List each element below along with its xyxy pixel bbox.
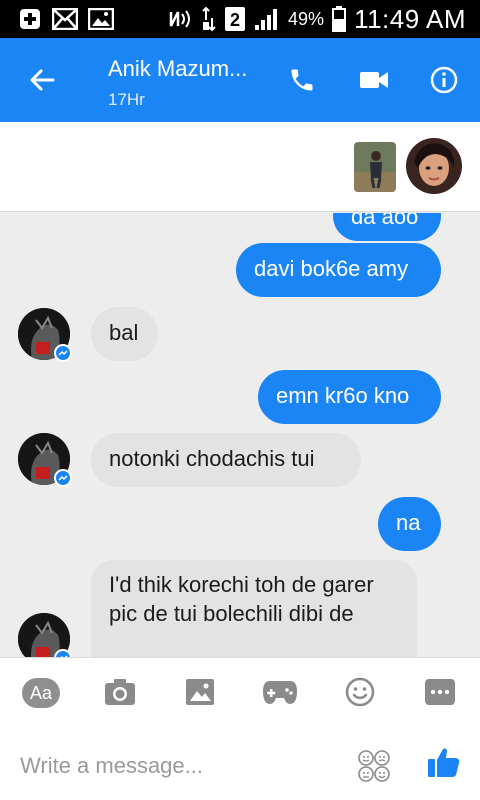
- back-button[interactable]: [20, 60, 64, 104]
- contact-avatar[interactable]: [406, 138, 462, 194]
- message-thread[interactable]: da aoo davi bok6e amy bal emn kr6o kno n…: [0, 213, 480, 657]
- mail-icon: [52, 8, 78, 30]
- image-icon: [88, 8, 114, 30]
- text-format-button[interactable]: Aa: [22, 678, 60, 708]
- sticker-button[interactable]: [356, 748, 392, 784]
- message-bubble-received[interactable]: bal: [91, 307, 158, 361]
- message-composer: Aa: [0, 657, 480, 800]
- svg-text:2: 2: [230, 10, 240, 30]
- back-arrow-icon: [29, 68, 55, 97]
- info-button[interactable]: [422, 60, 466, 104]
- info-icon: [430, 66, 458, 99]
- voice-call-button[interactable]: [280, 60, 324, 104]
- video-call-button[interactable]: [352, 60, 396, 104]
- thumbs-up-icon: [427, 745, 461, 784]
- shared-media-strip: [0, 122, 480, 212]
- sticker-icon: [356, 750, 392, 788]
- message-bubble-sent[interactable]: na: [378, 497, 441, 551]
- status-bar: 2 49% 11:49 AM: [0, 0, 480, 38]
- sim-indicator: 2: [224, 6, 246, 32]
- games-button[interactable]: [260, 676, 300, 712]
- camera-button[interactable]: [100, 676, 140, 712]
- clock: 11:49 AM: [354, 3, 466, 34]
- more-options-button[interactable]: [420, 676, 460, 712]
- message-bubble-received[interactable]: I'd thik korechi toh de garer pic de tui…: [91, 560, 417, 657]
- video-camera-icon: [359, 69, 389, 96]
- plus-square-icon: [18, 7, 42, 31]
- message-input[interactable]: [20, 746, 330, 786]
- gallery-icon: [185, 678, 215, 711]
- signal-icon: [254, 7, 280, 31]
- gamepad-icon: [262, 679, 298, 710]
- data-transfer-icon: [202, 6, 216, 32]
- messenger-badge-icon: [54, 344, 72, 362]
- sender-avatar[interactable]: [18, 308, 72, 362]
- more-icon: [424, 678, 456, 711]
- sender-avatar[interactable]: [18, 613, 72, 657]
- battery-icon: [332, 6, 347, 32]
- emoji-button[interactable]: [340, 676, 380, 712]
- message-bubble-sent[interactable]: davi bok6e amy: [236, 243, 441, 297]
- messenger-badge-icon: [54, 649, 72, 657]
- shared-photo-thumbnail[interactable]: [354, 142, 396, 192]
- conversation-header: Anik Mazum... 17Hr: [0, 38, 480, 122]
- contact-name[interactable]: Anik Mazum...: [108, 56, 247, 82]
- gallery-button[interactable]: [180, 676, 220, 712]
- sender-avatar[interactable]: [18, 433, 72, 487]
- phone-icon: [288, 66, 316, 99]
- last-active-status: 17Hr: [108, 90, 145, 109]
- camera-icon: [104, 678, 136, 711]
- nfc-icon: [168, 8, 194, 30]
- battery-percent: 49%: [288, 8, 325, 29]
- message-bubble-sent[interactable]: da aoo: [333, 213, 441, 241]
- message-bubble-received[interactable]: notonki chodachis tui: [91, 433, 361, 487]
- messenger-badge-icon: [54, 469, 72, 487]
- like-button[interactable]: [424, 744, 464, 784]
- message-bubble-sent[interactable]: emn kr6o kno: [258, 370, 441, 424]
- emoji-icon: [345, 677, 375, 712]
